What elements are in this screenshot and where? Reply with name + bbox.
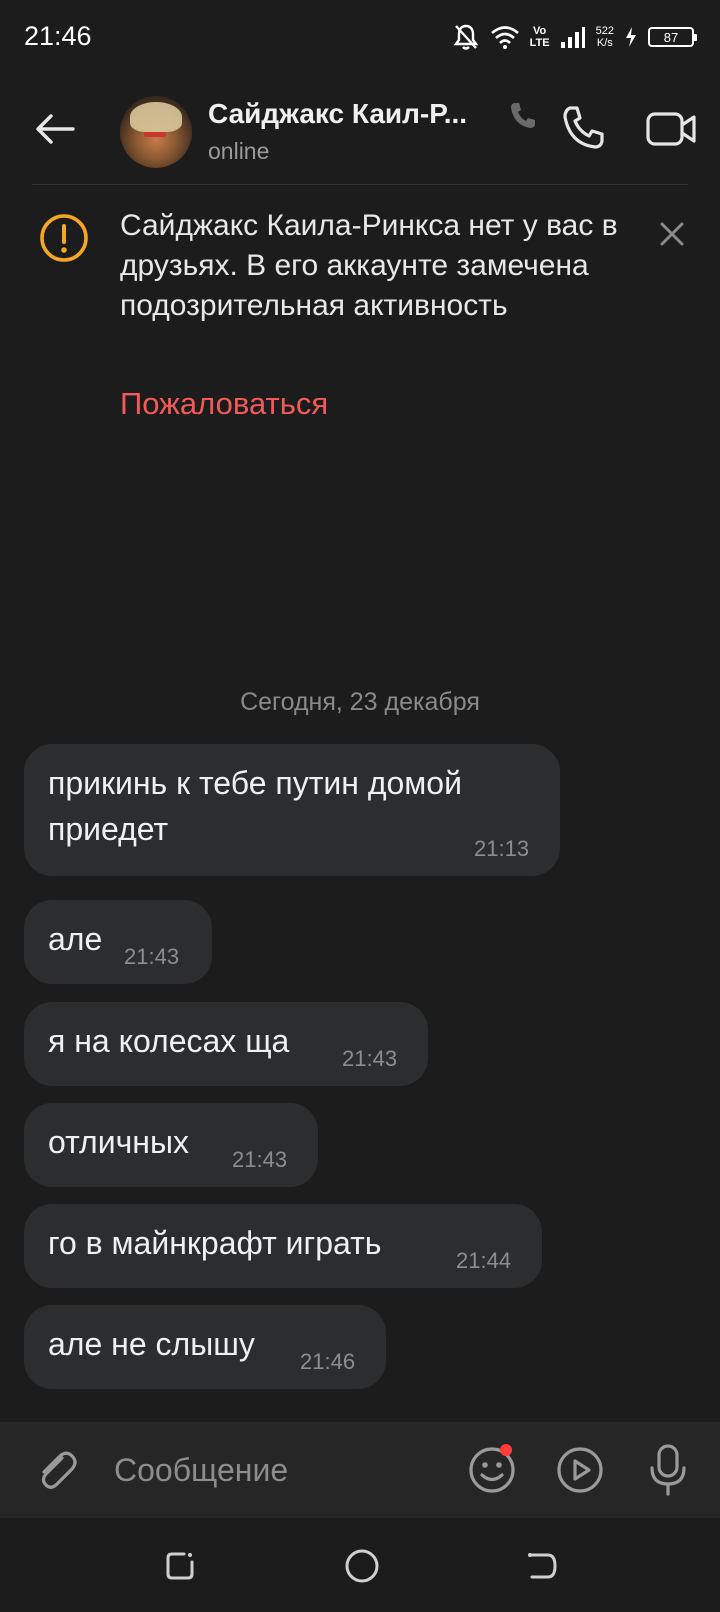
report-link[interactable]: Пожаловаться [120, 386, 328, 422]
status-time: 21:46 [24, 21, 92, 51]
message-text: го в майнкрафт играть [48, 1225, 382, 1261]
message-time: 21:43 [342, 1046, 398, 1071]
message-text: прикинь к тебе путин домой [48, 765, 462, 801]
attach-button[interactable] [32, 1446, 80, 1494]
volte-indicator: Vo LTE [529, 25, 550, 49]
message-bubble[interactable]: го в майнкрафт играть 21:44 [24, 1204, 542, 1288]
message-text: я на колесах ща [48, 1023, 290, 1059]
status-icons: Vo LTE 522 K/s 87 [452, 20, 697, 54]
message-text: але [48, 921, 103, 957]
suspicious-account-warning: Сайджакс Каила-Ринкса нет у вас в друзья… [0, 196, 720, 436]
message-bubble[interactable]: але не слышу 21:46 [24, 1305, 386, 1389]
message-time: 21:43 [232, 1147, 288, 1172]
message-time: 21:44 [456, 1248, 512, 1273]
exclamation-circle-icon [38, 212, 90, 264]
signal-icon [560, 25, 586, 49]
message-text: приедет [48, 811, 169, 847]
phone-small-icon [506, 98, 540, 132]
chat-header: Сайджакс Каил-Р... online [0, 84, 720, 184]
new-stickers-badge [500, 1444, 512, 1456]
video-camera-icon [646, 112, 696, 146]
message-input[interactable] [100, 1436, 440, 1504]
back-arrow-icon [528, 1553, 557, 1579]
message-time: 21:13 [474, 836, 530, 861]
recents-button[interactable] [160, 1546, 200, 1586]
chat-screen: 21:46 Vo LTE 522 K/s 87 Сайджакс Каил-Р.… [0, 0, 720, 1612]
status-bar: 21:46 Vo LTE 522 K/s 87 [0, 0, 720, 74]
home-circle-icon [345, 1549, 379, 1583]
home-button[interactable] [342, 1546, 382, 1586]
arrow-left-icon [36, 114, 75, 144]
warning-text: Сайджакс Каила-Ринкса нет у вас в друзья… [120, 209, 618, 322]
system-back-button[interactable] [522, 1546, 562, 1586]
contact-name[interactable]: Сайджакс Каил-Р... [208, 98, 467, 130]
back-button[interactable] [30, 104, 80, 154]
call-button[interactable] [558, 102, 610, 154]
avatar[interactable] [120, 96, 192, 168]
header-divider [32, 184, 688, 185]
message-bubble[interactable]: отличных 21:43 [24, 1103, 318, 1187]
video-call-button[interactable] [644, 104, 700, 154]
dismiss-warning-button[interactable] [654, 216, 690, 252]
net-speed: 522 K/s [595, 25, 614, 49]
message-time: 21:46 [300, 1349, 356, 1374]
charging-icon [624, 26, 638, 48]
close-icon [660, 222, 684, 246]
phone-icon [563, 106, 604, 149]
paperclip-icon [41, 1451, 77, 1489]
system-navigation-bar [0, 1518, 720, 1612]
contact-status: online [208, 138, 270, 164]
message-bubble[interactable]: прикинь к тебе путин домой приедет 21:13 [24, 744, 560, 876]
message-text: але не слышу [48, 1326, 255, 1362]
message-bubble[interactable]: я на колесах ща 21:43 [24, 1002, 428, 1086]
microphone-icon [650, 1444, 686, 1496]
bell-off-icon [452, 22, 480, 52]
message-bubble[interactable]: але 21:43 [24, 900, 212, 984]
video-message-button[interactable] [554, 1444, 606, 1496]
recents-icon [166, 1552, 194, 1580]
date-separator: Сегодня, 23 декабря [240, 688, 480, 716]
battery-indicator: 87 [648, 27, 697, 47]
play-circle-icon [557, 1447, 603, 1493]
message-text: отличных [48, 1124, 189, 1160]
message-composer [0, 1422, 720, 1518]
message-time: 21:43 [124, 944, 180, 969]
voice-message-button[interactable] [644, 1442, 692, 1498]
wifi-icon [490, 25, 520, 49]
